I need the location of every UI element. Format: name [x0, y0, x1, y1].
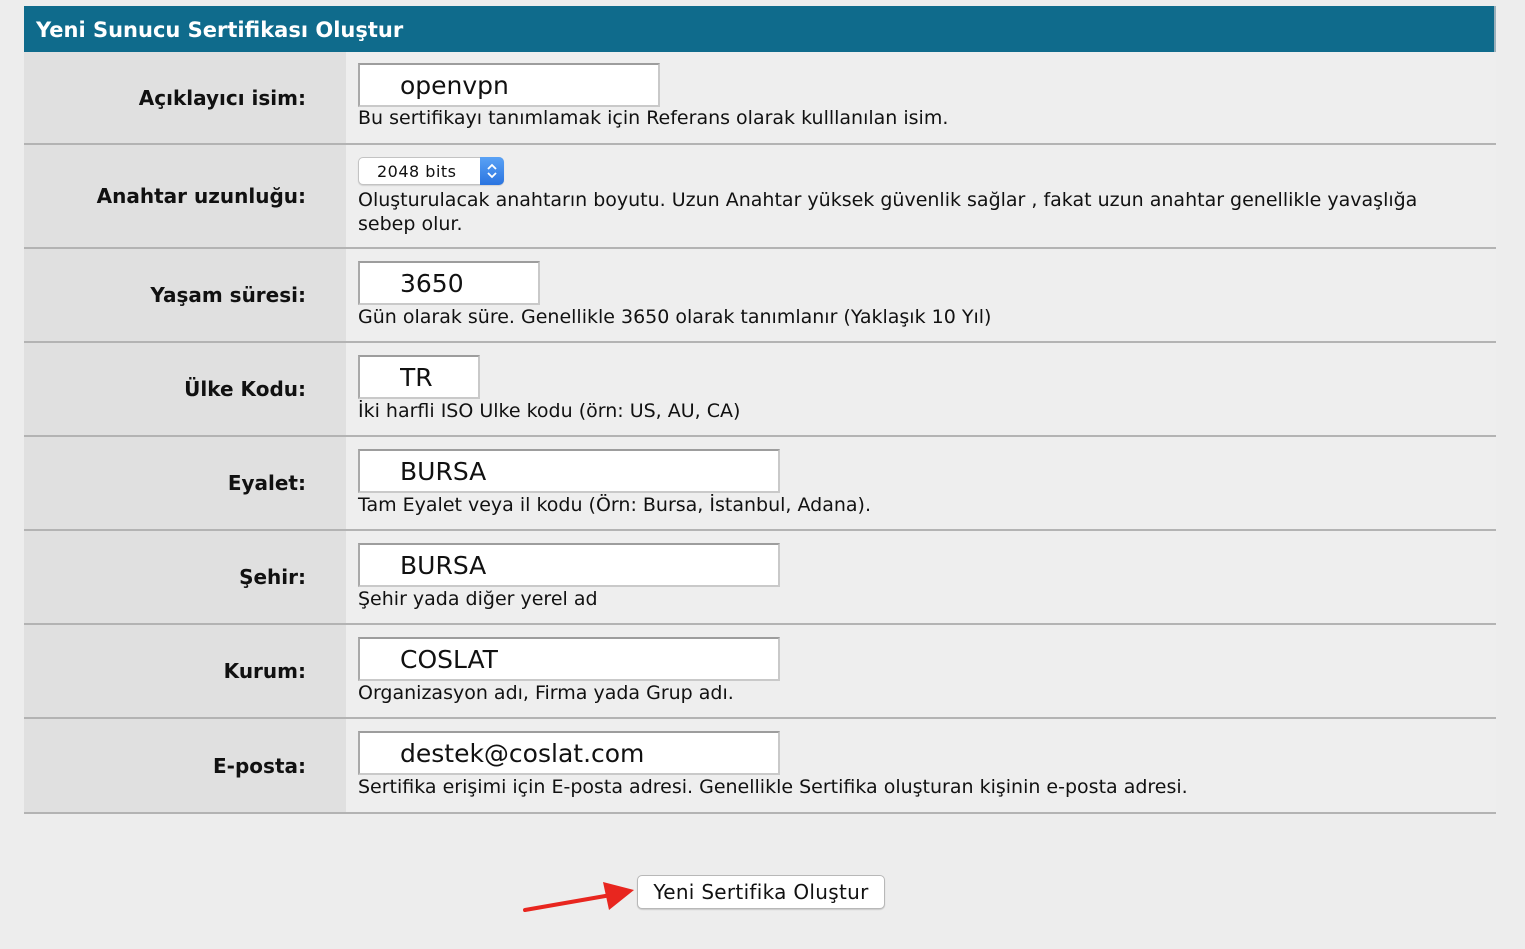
- organization-cell: Organizasyon adı, Firma yada Grup adı.: [346, 625, 1496, 717]
- descriptive-name-input[interactable]: [358, 63, 660, 107]
- key-length-selected-value: 2048 bits: [377, 162, 457, 181]
- country-code-label: Ülke Kodu:: [24, 343, 346, 435]
- row-descriptive-name: Açıklayıcı isim: Bu sertifikayı tanımlam…: [24, 52, 1496, 145]
- row-city: Şehir: Şehir yada diğer yerel ad: [24, 531, 1496, 625]
- row-state: Eyalet: Tam Eyalet veya il kodu (Örn: Bu…: [24, 437, 1496, 531]
- key-length-select[interactable]: 2048 bits: [358, 157, 504, 185]
- key-length-cell: 2048 bits Oluşturulacak anahtarın boyutu…: [346, 145, 1496, 247]
- key-length-label: Anahtar uzunluğu:: [24, 145, 346, 247]
- organization-hint: Organizasyon adı, Firma yada Grup adı.: [358, 682, 734, 704]
- city-cell: Şehir yada diğer yerel ad: [346, 531, 1496, 623]
- organization-input[interactable]: [358, 637, 780, 681]
- state-cell: Tam Eyalet veya il kodu (Örn: Bursa, İst…: [346, 437, 1496, 529]
- descriptive-name-hint: Bu sertifikayı tanımlamak için Referans …: [358, 107, 949, 129]
- email-hint: Sertifika erişimi için E-posta adresi. G…: [358, 776, 1188, 798]
- email-label: E-posta:: [24, 719, 346, 812]
- lifetime-cell: Gün olarak süre. Genellikle 3650 olarak …: [346, 249, 1496, 341]
- lifetime-hint: Gün olarak süre. Genellikle 3650 olarak …: [358, 306, 992, 328]
- lifetime-label: Yaşam süresi:: [24, 249, 346, 341]
- row-email: E-posta: Sertifika erişimi için E-posta …: [24, 719, 1496, 814]
- organization-label: Kurum:: [24, 625, 346, 717]
- city-input[interactable]: [358, 543, 780, 587]
- country-code-input[interactable]: [358, 355, 480, 399]
- form-title: Yeni Sunucu Sertifikası Oluştur: [24, 6, 1496, 52]
- create-certificate-button[interactable]: Yeni Sertifika Oluştur: [637, 875, 885, 909]
- certificate-form-panel: Yeni Sunucu Sertifikası Oluştur Açıklayı…: [24, 6, 1496, 814]
- row-organization: Kurum: Organizasyon adı, Firma yada Grup…: [24, 625, 1496, 719]
- email-input[interactable]: [358, 731, 780, 775]
- red-arrow-icon: [523, 882, 634, 912]
- country-code-hint: İki harfli ISO Ulke kodu (örn: US, AU, C…: [358, 400, 741, 422]
- state-label: Eyalet:: [24, 437, 346, 529]
- row-lifetime: Yaşam süresi: Gün olarak süre. Genellikl…: [24, 249, 1496, 343]
- row-country-code: Ülke Kodu: İki harfli ISO Ulke kodu (örn…: [24, 343, 1496, 437]
- country-code-cell: İki harfli ISO Ulke kodu (örn: US, AU, C…: [346, 343, 1496, 435]
- key-length-hint: Oluşturulacak anahtarın boyutu. Uzun Ana…: [358, 189, 1418, 235]
- descriptive-name-cell: Bu sertifikayı tanımlamak için Referans …: [346, 52, 1496, 143]
- state-hint: Tam Eyalet veya il kodu (Örn: Bursa, İst…: [358, 494, 871, 516]
- chevron-up-down-icon: [480, 157, 504, 185]
- row-key-length: Anahtar uzunluğu: 2048 bits Oluşturulaca…: [24, 145, 1496, 249]
- state-input[interactable]: [358, 449, 780, 493]
- city-label: Şehir:: [24, 531, 346, 623]
- email-cell: Sertifika erişimi için E-posta adresi. G…: [346, 719, 1496, 812]
- descriptive-name-label: Açıklayıcı isim:: [24, 52, 346, 143]
- city-hint: Şehir yada diğer yerel ad: [358, 588, 598, 610]
- lifetime-input[interactable]: [358, 261, 540, 305]
